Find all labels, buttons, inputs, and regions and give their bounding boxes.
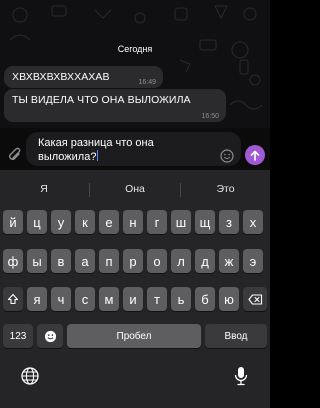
key[interactable]: ч bbox=[51, 287, 71, 311]
space-key[interactable]: Пробел bbox=[67, 324, 201, 348]
key[interactable]: к bbox=[75, 210, 95, 234]
paperclip-icon[interactable] bbox=[8, 147, 22, 163]
numbers-key[interactable]: 123 bbox=[3, 324, 33, 348]
suggestion-item[interactable]: Я bbox=[0, 177, 88, 201]
key[interactable]: р bbox=[123, 249, 143, 273]
key[interactable]: г bbox=[147, 210, 167, 234]
key[interactable]: ы bbox=[27, 249, 47, 273]
shift-key[interactable] bbox=[3, 287, 23, 311]
shift-icon bbox=[7, 293, 19, 305]
key[interactable]: е bbox=[99, 210, 119, 234]
key[interactable]: ф bbox=[3, 249, 23, 273]
key[interactable]: д bbox=[195, 249, 215, 273]
return-key[interactable]: Ввод bbox=[205, 324, 267, 348]
key[interactable]: н bbox=[123, 210, 143, 234]
message-text: ХВХВХВХВХХАХАВ bbox=[12, 71, 110, 83]
key[interactable]: б bbox=[195, 287, 215, 311]
message-text: ТЫ ВИДЕЛА ЧТО ОНА ВЫЛОЖИЛА bbox=[12, 94, 191, 106]
key[interactable]: з bbox=[219, 210, 239, 234]
key[interactable]: й bbox=[3, 210, 23, 234]
backspace-icon bbox=[247, 293, 262, 305]
key[interactable]: ь bbox=[171, 287, 191, 311]
suggestion-item[interactable]: Это bbox=[181, 177, 270, 201]
key[interactable]: ю bbox=[219, 287, 239, 311]
microphone-icon[interactable] bbox=[234, 366, 248, 386]
send-arrow-icon bbox=[250, 150, 260, 161]
backspace-key[interactable] bbox=[243, 287, 267, 311]
message-input-line: Какая разница что она bbox=[38, 137, 154, 149]
suggestion-item[interactable]: Она bbox=[90, 177, 180, 201]
message-time: 16:49 bbox=[138, 79, 156, 86]
key[interactable]: ж bbox=[219, 249, 239, 273]
date-label: Сегодня bbox=[117, 44, 153, 54]
key[interactable]: в bbox=[51, 249, 71, 273]
message-input-text[interactable]: Какая разница что она выложила? bbox=[38, 137, 198, 164]
message-bubble[interactable]: ХВХВХВХВХХАХАВ 16:49 bbox=[4, 66, 163, 88]
message-input-line: выложила? bbox=[38, 151, 97, 163]
key[interactable]: т bbox=[147, 287, 167, 311]
key[interactable]: щ bbox=[195, 210, 215, 234]
key[interactable]: я bbox=[27, 287, 47, 311]
key[interactable]: у bbox=[51, 210, 71, 234]
text-caret bbox=[97, 150, 99, 161]
key[interactable]: л bbox=[171, 249, 191, 273]
key[interactable]: а bbox=[75, 249, 95, 273]
key[interactable]: ц bbox=[27, 210, 47, 234]
message-time: 16:50 bbox=[201, 113, 219, 120]
key[interactable]: ш bbox=[171, 210, 191, 234]
globe-icon[interactable] bbox=[21, 367, 39, 385]
key[interactable]: с bbox=[75, 287, 95, 311]
emoji-key[interactable] bbox=[37, 324, 63, 348]
message-bubble[interactable]: ТЫ ВИДЕЛА ЧТО ОНА ВЫЛОЖИЛА 16:50 bbox=[4, 89, 226, 122]
key[interactable]: м bbox=[99, 287, 119, 311]
key[interactable]: о bbox=[147, 249, 167, 273]
key[interactable]: п bbox=[99, 249, 119, 273]
send-button[interactable] bbox=[245, 145, 265, 165]
emoji-icon bbox=[44, 330, 56, 342]
key[interactable]: х bbox=[243, 210, 263, 234]
key[interactable]: и bbox=[123, 287, 143, 311]
key[interactable]: э bbox=[243, 249, 263, 273]
chat-area: Сегодня ХВХВХВХВХХАХАВ 16:49 ТЫ ВИДЕЛА Ч… bbox=[0, 0, 270, 128]
emoji-icon[interactable] bbox=[220, 149, 234, 163]
